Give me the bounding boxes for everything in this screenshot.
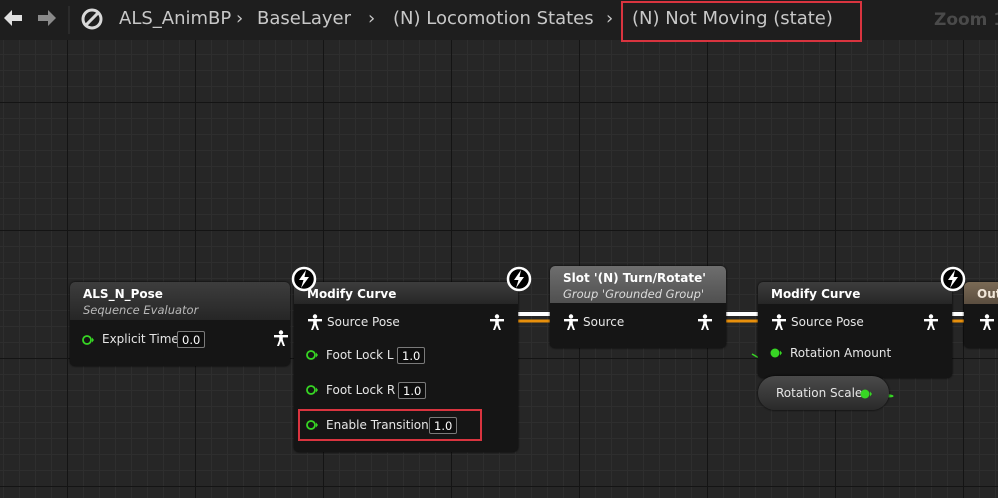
float-pin-connected-icon[interactable] bbox=[860, 388, 872, 400]
pose-pin-icon[interactable] bbox=[698, 314, 712, 330]
pose-pin-icon[interactable] bbox=[274, 330, 288, 346]
source-pose-label: Source Pose bbox=[327, 315, 400, 329]
fast-path-icon bbox=[291, 266, 317, 292]
fast-path-icon bbox=[940, 266, 966, 292]
source-pose-label: Source Pose bbox=[791, 315, 864, 329]
pose-pin-icon[interactable] bbox=[564, 314, 578, 330]
node-title: Modify Curve bbox=[771, 287, 861, 301]
highlight-box-enable-transition bbox=[298, 409, 482, 441]
pose-pin-icon[interactable] bbox=[924, 314, 938, 330]
node-title: Slot '(N) Turn/Rotate' bbox=[563, 271, 706, 285]
pose-pin-icon[interactable] bbox=[772, 314, 786, 330]
float-pin-connected-icon[interactable] bbox=[770, 347, 782, 359]
pose-pin-icon[interactable] bbox=[308, 314, 322, 330]
output-pose-node[interactable]: Out bbox=[964, 282, 998, 348]
foot-lock-l-label: Foot Lock L bbox=[326, 348, 394, 362]
source-label: Source bbox=[583, 315, 625, 329]
float-pin-icon[interactable] bbox=[82, 334, 94, 346]
pose-pin-icon[interactable] bbox=[490, 314, 504, 330]
foot-lock-r-input[interactable]: 1.0 bbox=[398, 382, 427, 399]
float-pin-icon[interactable] bbox=[306, 384, 318, 396]
node-subtitle: Group 'Grounded Group' bbox=[563, 287, 705, 301]
node-subtitle: Sequence Evaluator bbox=[83, 303, 199, 317]
rotation-scale-node[interactable]: Rotation Scale bbox=[758, 376, 889, 410]
node-title: ALS_N_Pose bbox=[83, 287, 163, 301]
als-n-pose-node[interactable]: ALS_N_Pose Sequence Evaluator Explicit T… bbox=[70, 282, 290, 366]
modify-curve-node-2[interactable]: Modify Curve Source Pose Rotation Amount bbox=[758, 282, 952, 378]
fast-path-icon bbox=[506, 266, 532, 292]
explicit-time-input[interactable]: 0.0 bbox=[177, 331, 206, 348]
pose-pin-icon[interactable] bbox=[980, 314, 994, 330]
foot-lock-l-input[interactable]: 1.0 bbox=[397, 347, 426, 364]
rotation-scale-label: Rotation Scale bbox=[776, 386, 863, 400]
explicit-time-label: Explicit Time bbox=[102, 332, 179, 346]
slot-node[interactable]: Slot '(N) Turn/Rotate' Group 'Grounded G… bbox=[550, 266, 726, 348]
node-title: Modify Curve bbox=[307, 287, 397, 301]
float-pin-icon[interactable] bbox=[306, 349, 318, 361]
node-title: Out bbox=[977, 287, 998, 301]
rotation-amount-label: Rotation Amount bbox=[790, 346, 892, 360]
foot-lock-r-label: Foot Lock R bbox=[326, 383, 396, 397]
